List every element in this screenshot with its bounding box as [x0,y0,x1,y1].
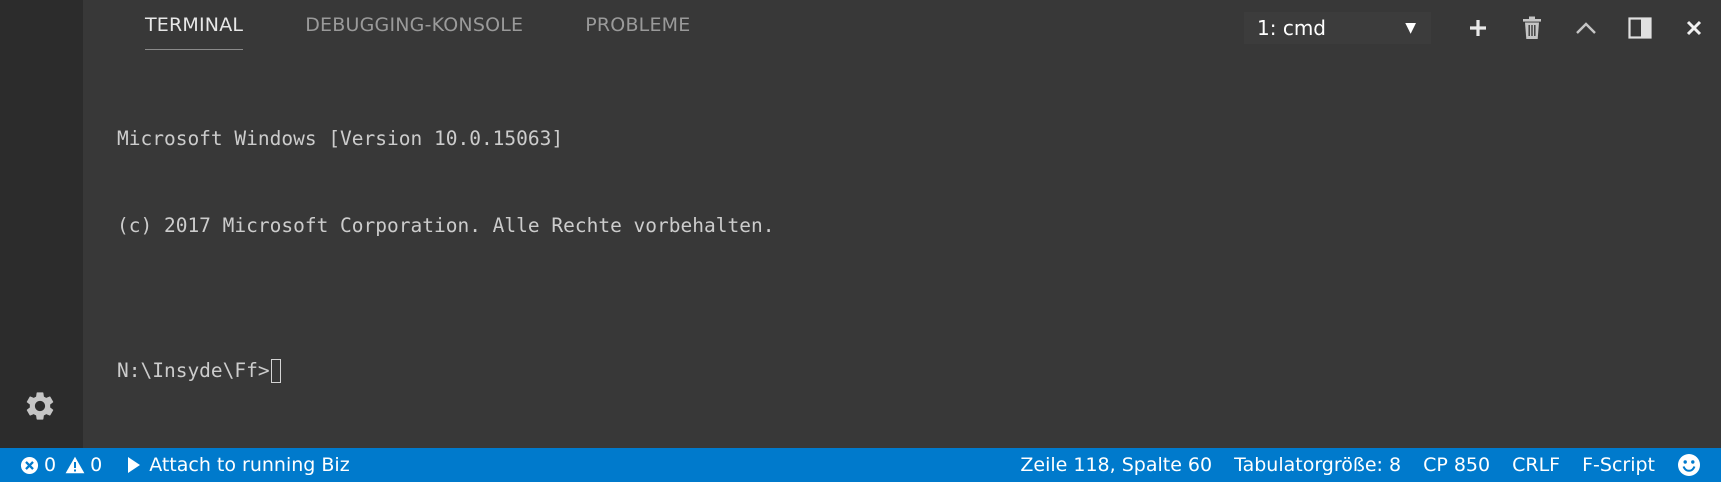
split-panel-icon[interactable] [1613,8,1667,48]
activity-bar [0,0,83,448]
terminal-prompt-line: N:\Insyde\Ff> [117,356,774,385]
error-icon [20,456,39,475]
dropdown-arrow-icon: ▼ [1405,20,1416,36]
tab-debugging-konsole[interactable]: DEBUGGING-KONSOLE [305,0,523,50]
tab-terminal[interactable]: TERMINAL [145,0,244,50]
language-mode[interactable]: F-Script [1571,448,1666,482]
warning-icon [65,456,85,474]
encoding[interactable]: CP 850 [1412,448,1501,482]
attach-debugger-item[interactable]: Attach to running Biz [113,448,361,482]
terminal-panel: TERMINAL DEBUGGING-KONSOLE PROBLEME 1: c… [83,0,1721,448]
attach-label: Attach to running Biz [149,454,350,476]
terminal-line: Microsoft Windows [Version 10.0.15063] [117,127,564,150]
panel-toolbar: 1: cmd ▼ [1244,0,1721,56]
cursor-position[interactable]: Zeile 118, Spalte 60 [1009,448,1223,482]
settings-gear-icon[interactable] [22,388,58,424]
terminal-output[interactable]: Microsoft Windows [Version 10.0.15063] (… [117,66,774,443]
feedback-smiley-icon[interactable] [1666,448,1721,482]
error-count: 0 [44,454,57,476]
terminal-select[interactable]: 1: cmd ▼ [1244,12,1431,44]
tab-size[interactable]: Tabulatorgröße: 8 [1223,448,1412,482]
close-icon[interactable] [1667,8,1721,48]
trash-icon[interactable] [1505,8,1559,48]
terminal-select-value: 1: cmd [1257,16,1326,40]
terminal-line: (c) 2017 Microsoft Corporation. Alle Rec… [117,214,775,237]
problems-indicator[interactable]: 0 0 [0,448,113,482]
terminal-prompt: N:\Insyde\Ff> [117,359,270,382]
status-bar: 0 0 Attach to running Biz Zeile 118, Spa… [0,448,1721,482]
panel-tabs: TERMINAL DEBUGGING-KONSOLE PROBLEME [145,0,690,50]
tab-probleme[interactable]: PROBLEME [585,0,690,50]
vscode-window: TERMINAL DEBUGGING-KONSOLE PROBLEME 1: c… [0,0,1721,482]
terminal-cursor [270,358,281,383]
play-icon [127,456,141,474]
chevron-up-icon[interactable] [1559,8,1613,48]
line-ending[interactable]: CRLF [1501,448,1571,482]
warning-count: 0 [90,454,103,476]
plus-icon[interactable] [1451,8,1505,48]
